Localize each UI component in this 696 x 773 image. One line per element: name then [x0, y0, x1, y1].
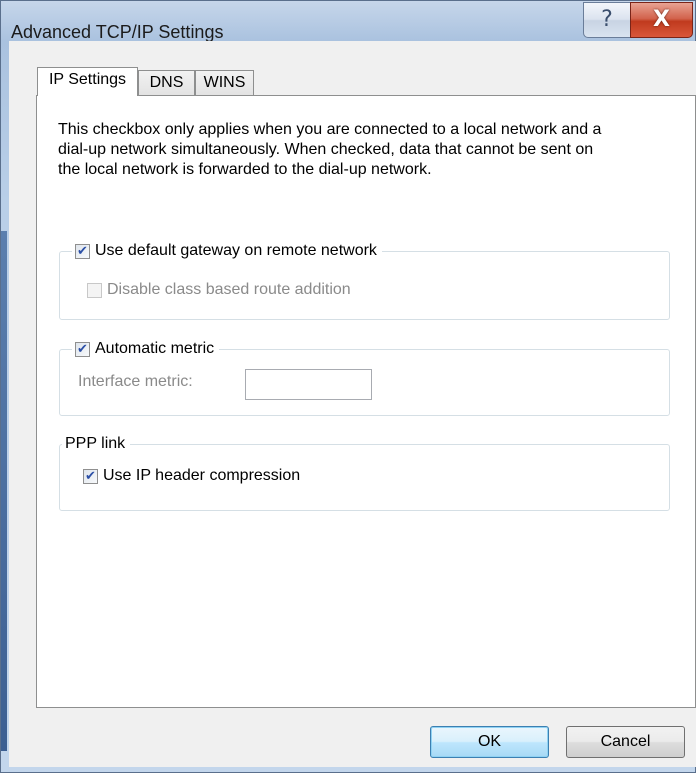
close-button[interactable]: X [630, 2, 693, 38]
disable-class-route-checkbox[interactable]: Disable class based route addition [87, 280, 351, 300]
checkbox-checked-icon [75, 242, 90, 262]
close-icon: X [653, 7, 670, 32]
ip-settings-panel: This checkbox only applies when you are … [36, 95, 696, 708]
window-left-edge [1, 231, 7, 751]
help-icon: ? [601, 7, 613, 32]
use-default-gateway-label: Use default gateway on remote network [95, 242, 377, 259]
interface-metric-row: Interface metric: [78, 372, 193, 392]
disable-class-route-label: Disable class based route addition [107, 281, 351, 298]
advanced-tcpip-settings-dialog: Advanced TCP/IP Settings ? X IP Settings… [0, 0, 696, 773]
description-text: This checkbox only applies when you are … [58, 121, 602, 178]
cancel-button[interactable]: Cancel [566, 726, 685, 758]
window-title: Advanced TCP/IP Settings [11, 22, 224, 42]
interface-metric-input[interactable] [245, 369, 372, 400]
tab-wins[interactable]: WINS [195, 70, 254, 95]
ppp-link-label: PPP link [65, 435, 126, 452]
tab-ip-settings[interactable]: IP Settings [37, 67, 138, 96]
dialog-client-area: IP Settings DNS WINS This checkbox only … [9, 41, 696, 767]
interface-metric-label: Interface metric: [78, 373, 193, 390]
automatic-metric-label: Automatic metric [95, 340, 215, 357]
checkbox-unchecked-icon [87, 282, 102, 298]
gateway-group: Use default gateway on remote network Di… [59, 241, 670, 320]
checkbox-checked-icon [75, 340, 90, 360]
metric-group: Automatic metric Interface metric: [59, 339, 670, 416]
title-bar[interactable]: Advanced TCP/IP Settings ? X [1, 1, 696, 42]
automatic-metric-checkbox[interactable]: Automatic metric [72, 339, 220, 360]
help-button[interactable]: ? [583, 2, 631, 38]
ppp-link-legend: PPP link [62, 434, 131, 454]
ok-button[interactable]: OK [430, 726, 549, 758]
tab-dns[interactable]: DNS [138, 70, 195, 95]
use-default-gateway-checkbox[interactable]: Use default gateway on remote network [72, 241, 382, 262]
checkbox-checked-icon [83, 467, 98, 487]
ppp-link-group: PPP link Use IP header compression [59, 434, 670, 511]
ip-header-compression-checkbox[interactable]: Use IP header compression [83, 466, 301, 487]
ip-header-compression-label: Use IP header compression [103, 467, 301, 484]
